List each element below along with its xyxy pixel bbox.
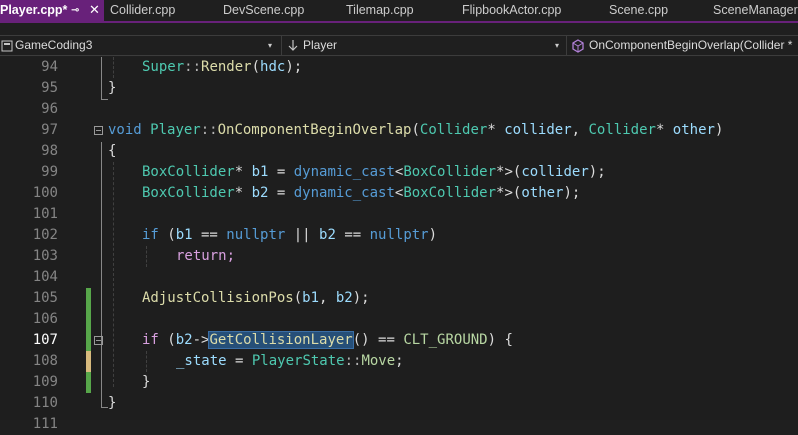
change-marker-saved <box>86 288 91 309</box>
code-line: 94 Super::Render(hdc); <box>0 57 798 78</box>
line-number: 96 <box>41 101 58 117</box>
code-line: 101 <box>0 204 798 225</box>
code-line: 110 } <box>0 393 798 414</box>
pin-icon[interactable]: ⊸ <box>71 0 79 21</box>
code-line: 106 <box>0 309 798 330</box>
tab-collider-cpp[interactable]: Collider.cpp <box>110 0 210 21</box>
code-text: AdjustCollisionPos(b1, b2); <box>142 290 370 306</box>
code-text: void Player::OnComponentBeginOverlap(Col… <box>108 122 724 138</box>
code-line: 105 AdjustCollisionPos(b1, b2); <box>0 288 798 309</box>
line-number: 104 <box>32 269 58 285</box>
code-line: 102 if (b1 == nullptr || b2 == nullptr) <box>0 225 798 246</box>
line-number: 99 <box>41 164 58 180</box>
chevron-down-icon: ▾ <box>268 41 273 50</box>
code-line: 95 } <box>0 78 798 99</box>
code-line: 99 BoxCollider* b1 = dynamic_cast<BoxCol… <box>0 162 798 183</box>
code-line: 104 <box>0 267 798 288</box>
close-icon[interactable]: ✕ <box>89 0 100 21</box>
navigation-bar: GameCoding3 ▾ Player ▾ OnComponentBeginO… <box>0 35 798 56</box>
scope-name: Player <box>303 38 338 52</box>
line-number: 110 <box>32 395 58 411</box>
project-name: GameCoding3 <box>15 38 93 52</box>
member-name: OnComponentBeginOverlap(Collider * <box>589 38 793 52</box>
line-number: 105 <box>32 290 58 306</box>
code-line: 109 } <box>0 372 798 393</box>
code-text: return; <box>176 248 236 264</box>
code-text: { <box>108 143 117 159</box>
chevron-down-icon: ▾ <box>555 41 560 50</box>
code-line: 108 _state = PlayerState::Move; <box>0 351 798 372</box>
tab-player-cpp[interactable]: Player.cpp* ⊸ ✕ <box>0 0 104 21</box>
code-text: } <box>142 374 151 390</box>
code-editor[interactable]: 94 Super::Render(hdc); 95 } 96 97 void P… <box>0 57 798 432</box>
code-text: } <box>108 395 117 411</box>
document-tab-bar: Player.cpp* ⊸ ✕ Collider.cpp DevScene.cp… <box>0 0 798 23</box>
selected-text[interactable]: GetCollisionLayer <box>208 331 354 349</box>
code-text: BoxCollider* b1 = dynamic_cast<BoxCollid… <box>142 164 606 180</box>
line-number: 101 <box>32 206 58 222</box>
code-text: _state = PlayerState::Move; <box>176 353 404 369</box>
code-line: 98 { <box>0 141 798 162</box>
code-text: BoxCollider* b2 = dynamic_cast<BoxCollid… <box>142 185 581 201</box>
code-text: } <box>108 80 117 96</box>
line-number: 97 <box>41 122 58 138</box>
line-number: 103 <box>32 248 58 264</box>
line-number: 108 <box>32 353 58 369</box>
code-line: 111 <box>0 414 798 435</box>
tab-label: Player.cpp* <box>0 3 68 17</box>
nav-divider <box>281 36 282 55</box>
code-line: 103 return; <box>0 246 798 267</box>
method-cube-icon <box>572 39 584 53</box>
scope-dropdown[interactable]: Player ▾ <box>283 36 566 55</box>
line-number: 100 <box>32 185 58 201</box>
line-number: 109 <box>32 374 58 390</box>
code-line: 107 if (b2->GetCollisionLayer() == CLT_G… <box>0 330 798 351</box>
collapse-toggle[interactable] <box>94 126 103 135</box>
line-number: 102 <box>32 227 58 243</box>
line-number: 98 <box>41 143 58 159</box>
tab-flipbookactor-cpp[interactable]: FlipbookActor.cpp <box>462 0 592 21</box>
change-marker-saved <box>86 372 91 393</box>
change-marker-saved <box>86 309 91 330</box>
line-number: 94 <box>41 59 58 75</box>
code-line: 100 BoxCollider* b2 = dynamic_cast<BoxCo… <box>0 183 798 204</box>
line-number: 107 <box>32 332 58 348</box>
nav-divider <box>566 36 567 55</box>
project-dropdown[interactable]: GameCoding3 ▾ <box>0 36 281 55</box>
line-number: 95 <box>41 80 58 96</box>
tab-scenemanager-cpp[interactable]: SceneManager.c <box>713 0 798 21</box>
code-line: 96 <box>0 99 798 120</box>
line-number: 106 <box>32 311 58 327</box>
code-line: 97 void Player::OnComponentBeginOverlap(… <box>0 120 798 141</box>
member-dropdown[interactable]: OnComponentBeginOverlap(Collider * <box>568 36 798 55</box>
code-text: if (b1 == nullptr || b2 == nullptr) <box>142 227 438 243</box>
code-text: Super::Render(hdc); <box>142 59 303 75</box>
tab-scene-cpp[interactable]: Scene.cpp <box>609 0 699 21</box>
code-text: if (b2->GetCollisionLayer() == CLT_GROUN… <box>142 331 513 349</box>
project-icon <box>1 40 13 52</box>
collapse-toggle[interactable] <box>94 336 103 345</box>
change-marker-unsaved <box>86 351 91 372</box>
tab-tilemap-cpp[interactable]: Tilemap.cpp <box>346 0 446 21</box>
change-marker-saved <box>86 330 91 351</box>
arrow-down-icon <box>288 40 298 51</box>
line-number: 111 <box>32 416 58 432</box>
tab-devscene-cpp[interactable]: DevScene.cpp <box>223 0 333 21</box>
